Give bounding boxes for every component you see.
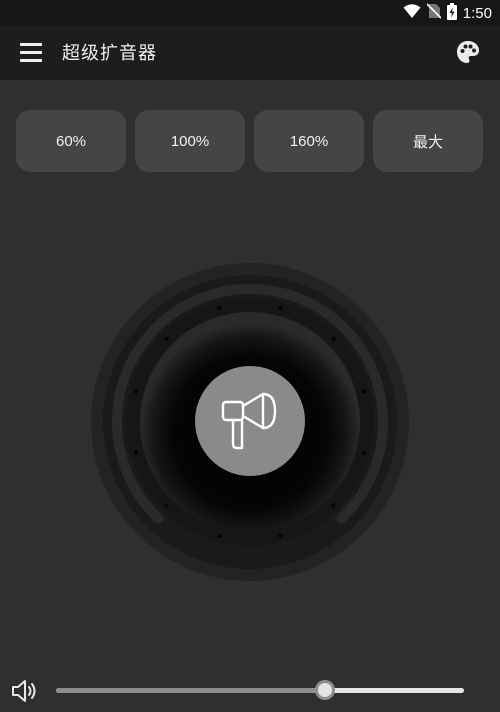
app-title: 超级扩音器	[62, 43, 157, 64]
megaphone-button[interactable]	[195, 366, 305, 476]
preset-160-button[interactable]: 160%	[254, 110, 364, 172]
volume-slider[interactable]	[56, 680, 464, 700]
dial-dot	[278, 533, 283, 539]
preset-100-button[interactable]: 100%	[135, 110, 245, 172]
app-bar: 超级扩音器	[0, 26, 500, 80]
dial-dot	[164, 336, 169, 341]
dial-dot	[217, 533, 222, 539]
no-sim-icon	[426, 3, 442, 23]
dial-dot	[133, 450, 139, 455]
palette-icon[interactable]	[454, 38, 482, 66]
hamburger-menu-icon[interactable]	[20, 42, 42, 62]
preset-60-button[interactable]: 60%	[16, 110, 126, 172]
preset-max-button[interactable]: 最大	[373, 110, 483, 172]
speaker-volume-icon[interactable]	[10, 678, 38, 704]
dial-dot	[331, 503, 336, 508]
dial-dot	[331, 336, 336, 341]
slider-thumb[interactable]	[315, 680, 336, 700]
dial-dot	[133, 389, 139, 394]
dial-dot	[361, 389, 367, 394]
status-time: 1:50	[462, 4, 492, 22]
dial-dot	[217, 305, 222, 311]
slider-fill	[56, 688, 326, 693]
dial-dot	[361, 450, 367, 455]
megaphone-icon	[221, 392, 277, 450]
wifi-icon	[403, 3, 421, 23]
volume-bar	[0, 668, 500, 712]
battery-charging-icon	[446, 2, 457, 24]
status-bar: 1:50	[0, 0, 500, 26]
dial-dot	[278, 305, 283, 311]
preset-buttons: 60% 100% 160% 最大	[16, 110, 484, 172]
status-icons: 1:50	[403, 2, 492, 24]
dial-dot	[164, 503, 169, 508]
